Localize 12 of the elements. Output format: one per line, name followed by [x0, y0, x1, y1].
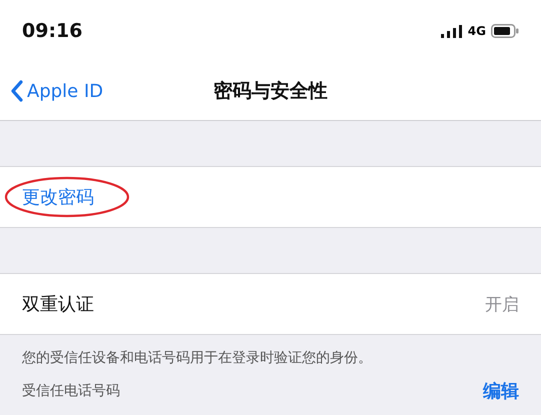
footer-note: 您的受信任设备和电话号码用于在登录时验证您的身份。 [22, 349, 373, 367]
signal-icon [440, 24, 463, 38]
edit-button[interactable]: 编辑 [483, 379, 519, 403]
two-factor-label: 双重认证 [22, 293, 94, 316]
back-button[interactable]: Apple ID [0, 80, 104, 102]
battery-icon [491, 24, 519, 38]
network-label: 4G [468, 24, 486, 38]
chevron-left-icon [10, 80, 23, 102]
status-time: 09:16 [22, 20, 82, 42]
trusted-phone-label: 受信任电话号码 [22, 382, 120, 400]
page-title: 密码与安全性 [214, 79, 328, 104]
two-factor-status: 开启 [485, 294, 519, 316]
